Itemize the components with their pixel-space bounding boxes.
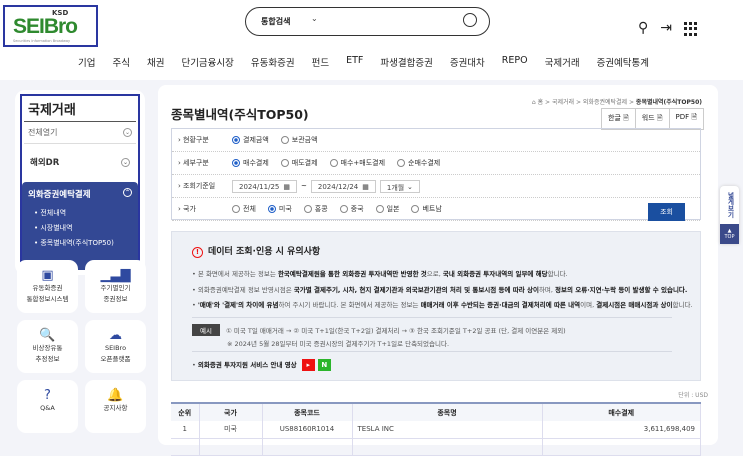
page-title: 종목별내역(주식TOP50) bbox=[171, 107, 309, 122]
document-search-icon: 🔍 bbox=[39, 328, 56, 343]
wide-view-button[interactable]: 넓게보기 bbox=[720, 186, 740, 224]
tile-notice[interactable]: 🔔 공지사항 bbox=[85, 380, 146, 433]
tile-open-api[interactable]: ☁ SEIBro 오픈플랫폼 bbox=[85, 320, 146, 373]
tile-abs-info[interactable]: ▣ 유동화증권 통합정보시스템 bbox=[17, 260, 78, 313]
nav-item[interactable]: 증권대차 bbox=[450, 55, 485, 69]
nav-item[interactable]: REPO bbox=[502, 55, 528, 69]
radio-all[interactable]: 전체 bbox=[232, 204, 256, 214]
expand-all-button[interactable]: 전체열기 ⌄ bbox=[24, 122, 136, 143]
youtube-play-icon[interactable]: ▸ bbox=[301, 359, 315, 371]
date-from-input[interactable]: 2024/11/25 ▦ bbox=[232, 179, 297, 193]
nav-item[interactable]: ETF bbox=[346, 55, 363, 69]
seibro-logo[interactable]: SEIBro KSD Securities Information Broadw… bbox=[3, 5, 98, 47]
home-icon: ⌂ bbox=[531, 99, 536, 106]
menu-grid-icon[interactable] bbox=[684, 22, 697, 36]
unit-label: 단위 : USD bbox=[678, 392, 708, 399]
search-button[interactable]: 조회 bbox=[648, 203, 685, 221]
export-word-button[interactable]: 워드 🗎 bbox=[634, 109, 669, 129]
radio-sell[interactable]: 매도결제 bbox=[280, 158, 318, 168]
join-icon[interactable]: ⚲ bbox=[638, 20, 648, 36]
radio-settle-amount[interactable]: 결제금액 bbox=[232, 135, 269, 145]
nav-item[interactable]: 펀드 bbox=[312, 55, 329, 69]
search-bar[interactable]: 통합검색 ⌄ bbox=[245, 7, 490, 36]
tile-qna[interactable]: ? Q&A bbox=[17, 380, 78, 433]
chevron-down-icon[interactable]: ⌄ bbox=[311, 14, 318, 23]
sidebar-subitem-stock[interactable]: • 종목별내역(주식TOP50) bbox=[34, 238, 132, 248]
bell-icon: 🔔 bbox=[107, 388, 124, 403]
chevron-down-icon: ⌄ bbox=[123, 128, 132, 137]
date-to-input[interactable]: 2024/12/24 ▦ bbox=[310, 179, 376, 193]
breadcrumb: ⌂ 홈 > 국제거래 > 외화증권예탁결제 > 종목별내역(주식TOP50) bbox=[531, 99, 702, 106]
radio-net-buy[interactable]: 순매수결제 bbox=[397, 158, 440, 168]
scroll-top-button[interactable]: ▲ TOP bbox=[720, 224, 739, 244]
nav-item[interactable]: 증권예탁통계 bbox=[597, 55, 649, 69]
nav-item[interactable]: 파생결합증권 bbox=[380, 55, 432, 69]
presentation-icon: ▣ bbox=[41, 268, 54, 283]
main-panel: ⌂ 홈 > 국제거래 > 외화증권예탁결제 > 종목별내역(주식TOP50) 종… bbox=[158, 85, 718, 456]
search-scope-select[interactable]: 통합검색 bbox=[261, 16, 290, 27]
radio-vn[interactable]: 베트남 bbox=[411, 204, 442, 214]
sidebar-title: 국제거래 bbox=[24, 96, 136, 122]
tile-popular[interactable]: ▁▃▇ 주기별인기 종권정보 bbox=[85, 260, 146, 313]
api-icon: ☁ bbox=[109, 328, 122, 343]
calendar-icon: ▦ bbox=[283, 182, 290, 191]
sidebar-subitem-all[interactable]: • 전체내역 bbox=[34, 208, 132, 218]
sidebar-item-dr[interactable]: 해외DR ⌄ bbox=[24, 143, 136, 180]
radio-jp[interactable]: 일본 bbox=[375, 204, 399, 214]
alert-icon: ! bbox=[192, 247, 203, 258]
quick-tiles: ▣ 유동화증권 통합정보시스템 ▁▃▇ 주기별인기 종권정보 🔍 비상장유통 추정정보 ☁ S… bbox=[17, 260, 146, 433]
nav-item[interactable]: 채권 bbox=[147, 55, 164, 69]
nav-item[interactable]: 유동화증권 bbox=[251, 55, 295, 69]
nav-item[interactable]: 국제거래 bbox=[545, 55, 580, 69]
table-row[interactable]: 1 미국 US88160R1014 TESLA INC 3,611,698,409 bbox=[171, 421, 701, 439]
nav-item[interactable]: 단기금융시장 bbox=[181, 55, 233, 69]
period-select[interactable]: 1개월 ⌄ bbox=[379, 179, 420, 193]
floating-buttons: 넓게보기 ▲ TOP bbox=[720, 186, 739, 244]
sidebar: 국제거래 전체열기 ⌄ 해외DR ⌄ 외화증권예탁결제 ⌃ • 전체내역 • 시장별내… bbox=[15, 90, 145, 275]
naver-tv-button[interactable]: N bbox=[317, 359, 331, 371]
radio-cn[interactable]: 중국 bbox=[339, 204, 364, 214]
result-table: 순위 국가 종목코드 종목명 매수결제 1 미국 US88160R1014 TESLA INC… bbox=[171, 402, 701, 456]
chevron-up-icon: ⌃ bbox=[123, 188, 132, 197]
nav-item[interactable]: 주식 bbox=[112, 55, 129, 69]
nav-item[interactable]: 기업 bbox=[78, 55, 95, 69]
tile-unlisted[interactable]: 🔍 비상장유통 추정정보 bbox=[17, 320, 78, 373]
sidebar-item-foreign-settlement[interactable]: 외화증권예탁결제 ⌃ • 전체내역 • 시장별내역 • 종목별내역(주식TOP50… bbox=[22, 182, 138, 270]
main-nav: 기업 주식 채권 단기금융시장 유동화증권 펀드 ETF 파생결합증권 증권대차 REPO 국제거래… bbox=[78, 55, 649, 69]
bar-chart-icon: ▁▃▇ bbox=[100, 268, 131, 283]
calendar-icon: ▦ bbox=[362, 182, 369, 191]
export-pdf-button[interactable]: PDF 🗎 bbox=[668, 109, 704, 129]
notice-box: ! 데이터 조회·인용 시 유의사항 • 본 화면에서 제공하는 정보는 한국예탁… bbox=[171, 231, 701, 381]
chevron-down-icon: ⌄ bbox=[407, 182, 413, 191]
radio-custody-amount[interactable]: 보관금액 bbox=[280, 135, 318, 145]
header: SEIBro KSD Securities Information Broadw… bbox=[0, 0, 743, 80]
sidebar-subitem-market[interactable]: • 시장별내역 bbox=[34, 223, 132, 233]
export-buttons: 한글 🗎 워드 🗎 PDF 🗎 bbox=[601, 108, 704, 130]
export-hwp-button[interactable]: 한글 🗎 bbox=[602, 109, 635, 129]
radio-hk[interactable]: 홍콩 bbox=[303, 204, 328, 214]
chevron-down-icon: ⌄ bbox=[121, 157, 130, 167]
search-icon[interactable] bbox=[463, 13, 477, 27]
search-form: › 현황구분 결제금액 보관금액 › 세부구분 매수결제 매도결제 매수+매도결… bbox=[171, 128, 701, 221]
radio-buy-sell[interactable]: 매수+매도결제 bbox=[329, 158, 385, 168]
radio-us[interactable]: 미국 bbox=[267, 204, 292, 214]
question-icon: ? bbox=[44, 388, 51, 403]
radio-buy[interactable]: 매수결제 bbox=[232, 158, 269, 168]
login-icon[interactable]: ⇥ bbox=[660, 20, 672, 36]
